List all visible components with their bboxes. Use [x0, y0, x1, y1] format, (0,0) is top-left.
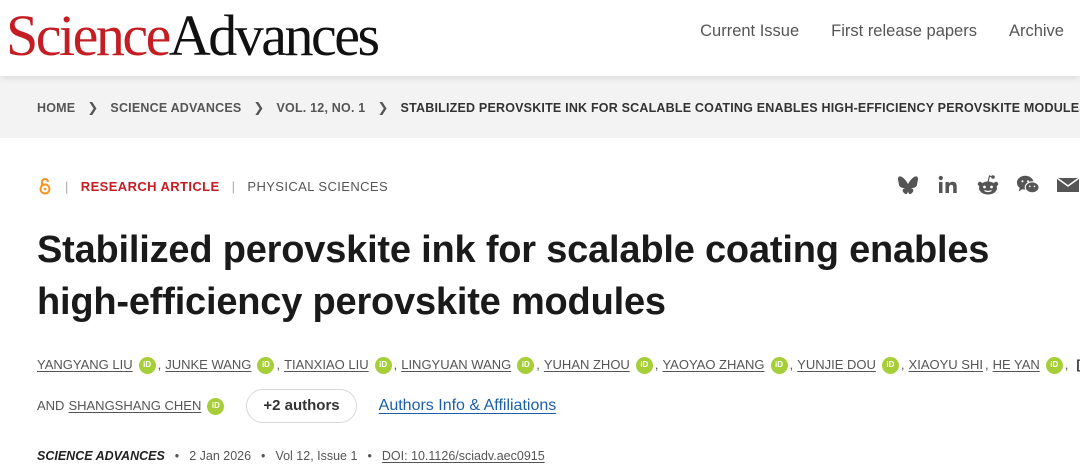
reddit-icon[interactable]	[976, 173, 1000, 197]
orcid-icon[interactable]: iD	[207, 397, 225, 415]
orcid-icon[interactable]: iD	[257, 356, 275, 374]
author-name[interactable]: YANGYANG LIU	[37, 353, 133, 377]
logo-advances: Advances	[168, 3, 380, 68]
breadcrumb-science-advances[interactable]: SCIENCE ADVANCES	[110, 101, 241, 115]
more-authors-ellipsis[interactable]: [...]	[1076, 353, 1080, 377]
article-meta: | RESEARCH ARTICLE | PHYSICAL SCIENCES	[37, 177, 388, 195]
breadcrumb-home[interactable]: HOME	[37, 101, 75, 115]
site-header: ScienceAdvances Current Issue First rele…	[0, 0, 1080, 76]
site-logo[interactable]: ScienceAdvances	[6, 3, 380, 68]
nav-archive[interactable]: Archive	[1009, 22, 1064, 41]
orcid-icon[interactable]: iD	[635, 356, 653, 374]
chevron-right-icon: ❯	[377, 100, 389, 115]
publication-date: 2 Jan 2026	[189, 449, 252, 463]
chevron-right-icon: ❯	[253, 100, 265, 115]
top-nav: Current Issue First release papers Archi…	[700, 22, 1064, 41]
author-row: YANGYANG LIU iD, JUNKE WANG iD, TIANXIAO L…	[37, 353, 1080, 377]
author-name[interactable]: JUNKE WANG	[165, 353, 251, 377]
divider: |	[65, 178, 69, 194]
breadcrumb-volume[interactable]: VOL. 12, NO. 1	[277, 101, 366, 115]
article-type: RESEARCH ARTICLE	[80, 178, 220, 194]
author-item: XIAOYU SHI,	[909, 353, 993, 377]
author-name[interactable]: TIANXIAO LIU	[284, 353, 369, 377]
author-item: JUNKE WANG iD,	[165, 353, 284, 377]
author-name[interactable]: LINGYUAN WANG	[401, 353, 511, 377]
logo-science: Science	[6, 3, 171, 68]
divider: |	[231, 178, 236, 194]
breadcrumb-current: STABILIZED PEROVSKITE INK FOR SCALABLE C…	[400, 101, 1080, 115]
breadcrumb-bar: HOME ❯ SCIENCE ADVANCES ❯ VOL. 12, NO. 1…	[0, 76, 1080, 138]
orcid-icon[interactable]: iD	[517, 356, 535, 374]
bluesky-icon[interactable]	[896, 173, 920, 197]
email-icon[interactable]	[1056, 173, 1080, 197]
orcid-icon[interactable]: iD	[1045, 356, 1063, 374]
article-subject[interactable]: PHYSICAL SCIENCES	[247, 179, 388, 194]
author-name[interactable]: YUNJIE DOU	[797, 353, 876, 377]
author-name[interactable]: YAOYAO ZHANG	[662, 353, 764, 377]
author-item: YUHAN ZHOU iD,	[544, 353, 663, 377]
authors-affiliations-link[interactable]: Authors Info & Affiliations	[379, 394, 557, 418]
open-access-icon	[37, 177, 53, 195]
author-list: YANGYANG LIU iD, JUNKE WANG iD, TIANXIAO L…	[37, 353, 1080, 423]
wechat-icon[interactable]	[1016, 173, 1040, 197]
linkedin-icon[interactable]	[936, 173, 960, 197]
chevron-right-icon: ❯	[87, 100, 99, 115]
orcid-icon[interactable]: iD	[881, 356, 899, 374]
author-name[interactable]: SHANGSHANG CHEN	[68, 394, 201, 418]
doi-link[interactable]: DOI: 10.1126/sciadv.aec0915	[382, 449, 545, 463]
author-name[interactable]: XIAOYU SHI	[909, 353, 983, 377]
orcid-icon[interactable]: iD	[374, 356, 392, 374]
author-item: YUNJIE DOU iD,	[797, 353, 908, 377]
author-item: SHANGSHANG CHEN iD	[68, 394, 225, 418]
author-item: YAOYAO ZHANG iD,	[662, 353, 797, 377]
author-row: AND SHANGSHANG CHEN iD +2 authors Authors…	[37, 389, 1077, 423]
author-item: HE YAN iD,	[993, 353, 1073, 377]
citation-line: SCIENCE ADVANCES • 2 Jan 2026 • Vol 12, …	[37, 449, 545, 463]
orcid-icon[interactable]: iD	[770, 356, 788, 374]
more-authors-button[interactable]: +2 authors	[246, 389, 357, 423]
share-toolbar	[896, 173, 1080, 197]
author-item: LINGYUAN WANG iD,	[401, 353, 544, 377]
journal-name: SCIENCE ADVANCES	[37, 449, 165, 463]
nav-first-release-papers[interactable]: First release papers	[831, 22, 977, 41]
and-label: AND	[37, 398, 65, 413]
orcid-icon[interactable]: iD	[138, 356, 156, 374]
nav-current-issue[interactable]: Current Issue	[700, 22, 799, 41]
author-name[interactable]: YUHAN ZHOU	[544, 353, 630, 377]
author-name[interactable]: HE YAN	[993, 353, 1040, 377]
breadcrumb: HOME ❯ SCIENCE ADVANCES ❯ VOL. 12, NO. 1…	[37, 100, 1080, 116]
author-item: TIANXIAO LIU iD,	[284, 353, 401, 377]
volume-issue: Vol 12, Issue 1	[275, 449, 358, 463]
author-item: YANGYANG LIU iD,	[37, 353, 165, 377]
article-title: Stabilized perovskite ink for scalable c…	[37, 229, 990, 323]
